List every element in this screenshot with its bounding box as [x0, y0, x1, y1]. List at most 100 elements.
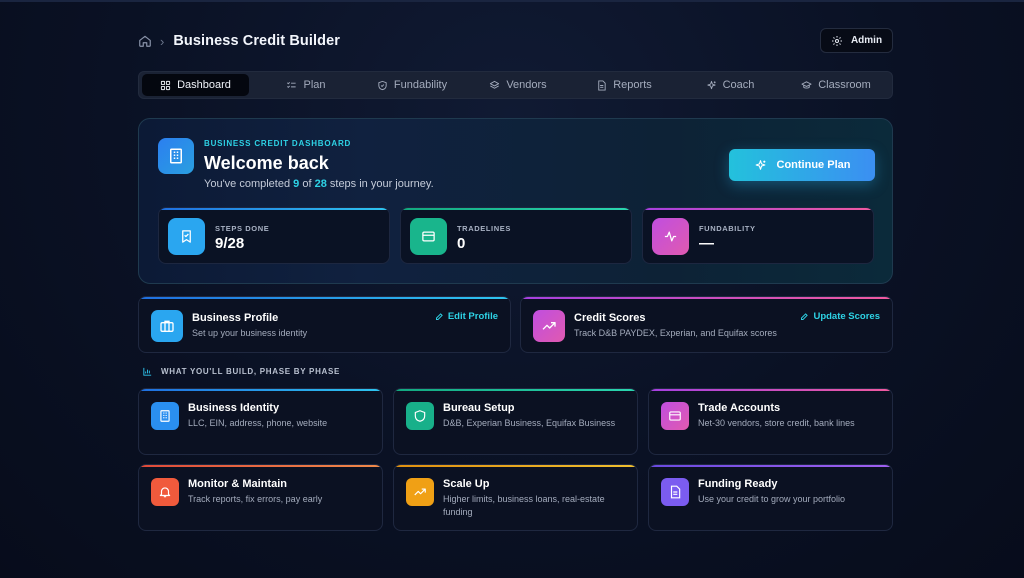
tab-fundability[interactable]: Fundability	[359, 74, 465, 96]
phase-title: Monitor & Maintain	[188, 478, 287, 490]
card-accent-bar	[394, 389, 637, 391]
phase-description: Track reports, fix errors, pay early	[188, 494, 323, 504]
phase-card-funding-ready[interactable]: Funding Ready Use your credit to grow yo…	[648, 464, 893, 531]
credit-card-icon	[661, 402, 689, 430]
tab-coach[interactable]: Coach	[677, 74, 783, 96]
tab-plan[interactable]: Plan	[253, 74, 359, 96]
window-top-border	[0, 0, 1024, 2]
hero-title: Welcome back	[204, 153, 329, 173]
tab-dashboard[interactable]: Dashboard	[142, 74, 249, 96]
update-scores-link[interactable]: Update Scores	[800, 311, 880, 322]
hero-progress-text: You've completed 9 of 28 steps in your j…	[204, 178, 434, 190]
credit-scores-card[interactable]: Credit Scores Track D&B PAYDEX, Experian…	[520, 296, 893, 353]
stat-label: STEPS DONE	[215, 224, 270, 233]
admin-label: Admin	[850, 35, 883, 46]
tab-reports[interactable]: Reports	[571, 74, 677, 96]
card-accent-bar	[649, 389, 892, 391]
stat-value: —	[699, 235, 714, 252]
phase-description: D&B, Experian Business, Equifax Business	[443, 418, 616, 428]
continue-plan-button[interactable]: Continue Plan	[729, 149, 875, 181]
phase-description: Use your credit to grow your portfolio	[698, 494, 846, 504]
tab-label: Fundability	[393, 79, 448, 91]
phase-title: Trade Accounts	[698, 402, 781, 414]
tab-vendors[interactable]: Vendors	[465, 74, 571, 96]
stat-accent-bar	[401, 208, 631, 210]
stat-accent-bar	[643, 208, 873, 210]
phase-card-bureau-setup[interactable]: Bureau Setup D&B, Experian Business, Equ…	[393, 388, 638, 455]
trending-up-icon	[406, 478, 434, 506]
stat-value: 0	[457, 235, 466, 252]
phase-card-monitor-maintain[interactable]: Monitor & Maintain Track reports, fix er…	[138, 464, 383, 531]
tab-label: Vendors	[506, 79, 547, 91]
pulse-icon	[652, 218, 689, 255]
home-icon[interactable]	[138, 34, 152, 48]
tab-classroom[interactable]: Classroom	[783, 74, 889, 96]
phase-description: Higher limits, business loans, real-esta…	[443, 494, 605, 517]
card-accent-bar	[139, 297, 510, 299]
page-title: Business Credit Builder	[173, 33, 341, 49]
building-icon	[158, 138, 194, 174]
sparkle-icon	[706, 80, 716, 89]
briefcase-icon	[151, 310, 183, 342]
stat-label: FUNDABILITY	[699, 224, 756, 233]
tab-label: Plan	[303, 79, 326, 91]
document-icon	[661, 478, 689, 506]
checklist-icon	[287, 81, 297, 88]
pencil-icon	[435, 313, 443, 320]
pencil-icon	[801, 313, 809, 320]
phase-title: Scale Up	[443, 478, 490, 490]
trending-up-icon	[533, 310, 565, 342]
card-accent-bar	[139, 465, 382, 467]
phase-title: Funding Ready	[698, 478, 778, 490]
bar-chart-icon	[143, 367, 152, 376]
badge-check-icon	[168, 218, 205, 255]
phases-heading: WHAT YOU'LL BUILD, PHASE BY PHASE	[142, 366, 340, 377]
stat-tradelines: TRADELINES 0	[400, 207, 632, 264]
card-accent-bar	[139, 389, 382, 391]
business-profile-card[interactable]: Business Profile Set up your business id…	[138, 296, 511, 353]
hero-kicker: BUSINESS CREDIT DASHBOARD	[204, 139, 352, 148]
edit-profile-link[interactable]: Edit Profile	[435, 311, 498, 322]
gear-icon	[831, 35, 842, 46]
phase-card-trade-accounts[interactable]: Trade Accounts Net-30 vendors, store cre…	[648, 388, 893, 455]
card-title: Business Profile	[192, 312, 279, 324]
phase-card-business-identity[interactable]: Business Identity LLC, EIN, address, pho…	[138, 388, 383, 455]
phase-description: Net-30 vendors, store credit, bank lines	[698, 418, 855, 428]
stat-steps-done: STEPS DONE 9/28	[158, 207, 390, 264]
phase-description: LLC, EIN, address, phone, website	[188, 418, 328, 428]
admin-button[interactable]: Admin	[820, 28, 893, 53]
document-icon	[598, 79, 606, 91]
shield-icon	[406, 402, 434, 430]
stat-fundability: FUNDABILITY —	[642, 207, 874, 264]
phase-title: Bureau Setup	[443, 402, 515, 414]
main-tabs: Dashboard Plan Fundability Vendors Repor…	[138, 71, 893, 99]
phase-title: Business Identity	[188, 402, 280, 414]
bell-icon	[151, 478, 179, 506]
card-description: Set up your business identity	[192, 328, 308, 338]
card-title: Credit Scores	[574, 312, 646, 324]
stat-accent-bar	[159, 208, 389, 210]
steps-total-count: 28	[314, 178, 327, 190]
stat-label: TRADELINES	[457, 224, 511, 233]
sparkle-icon	[755, 159, 765, 170]
stat-value: 9/28	[215, 235, 245, 252]
credit-card-icon	[410, 218, 447, 255]
page-header: › Business Credit Builder Admin	[138, 28, 893, 54]
layers-icon	[490, 80, 500, 89]
building-icon	[151, 402, 179, 430]
tab-label: Dashboard	[177, 79, 231, 91]
card-accent-bar	[521, 297, 892, 299]
tab-label: Reports	[613, 79, 652, 91]
continue-plan-label: Continue Plan	[776, 159, 851, 171]
card-accent-bar	[394, 465, 637, 467]
tab-label: Coach	[722, 79, 755, 91]
welcome-hero-card: BUSINESS CREDIT DASHBOARD Welcome back Y…	[138, 118, 893, 284]
breadcrumb-separator: ›	[160, 33, 165, 49]
grid-icon	[160, 80, 171, 90]
graduation-cap-icon	[801, 80, 812, 88]
card-description: Track D&B PAYDEX, Experian, and Equifax …	[574, 328, 777, 338]
shield-icon	[378, 80, 387, 90]
card-accent-bar	[649, 465, 892, 467]
tab-label: Classroom	[818, 79, 871, 91]
phase-card-scale-up[interactable]: Scale Up Higher limits, business loans, …	[393, 464, 638, 531]
